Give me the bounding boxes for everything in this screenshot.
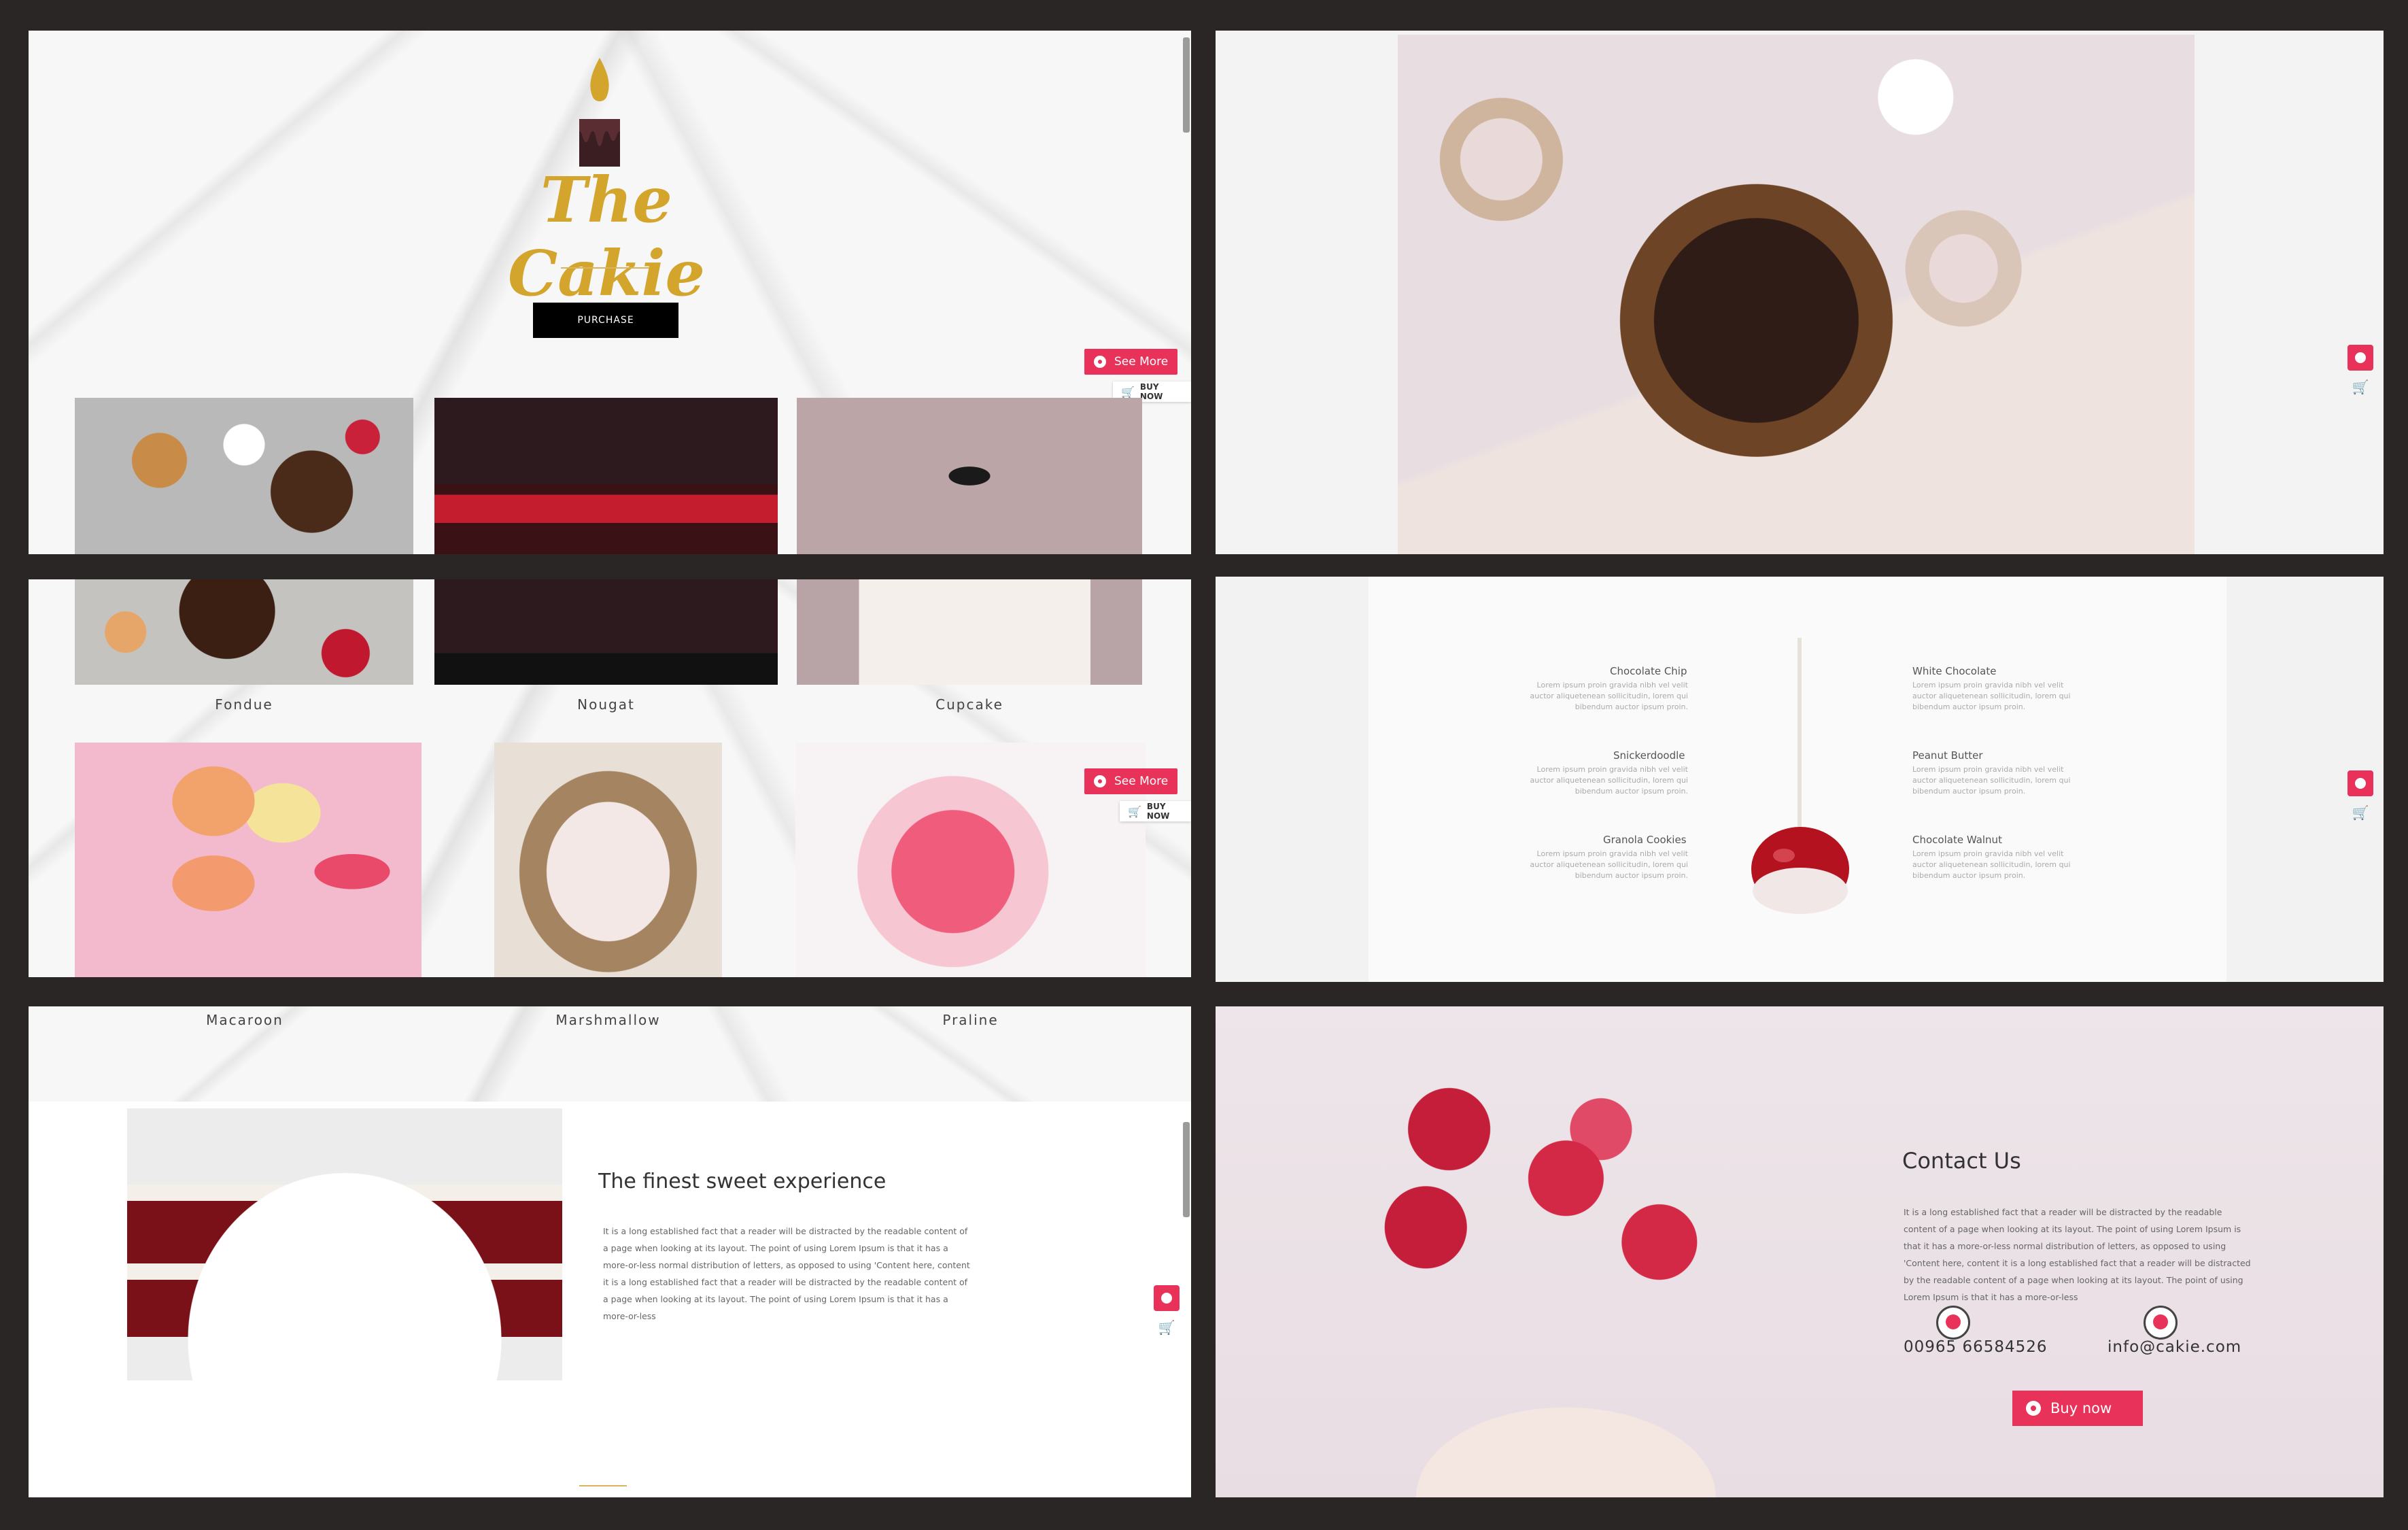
email-icon	[2144, 1306, 2178, 1340]
contact-body: It is a long established fact that a rea…	[1904, 1207, 2251, 1302]
side-circle-button[interactable]	[1154, 1285, 1180, 1311]
menu-item-title: Chocolate Walnut	[1912, 834, 2002, 846]
circle-icon	[1094, 775, 1106, 787]
brand-divider	[561, 267, 649, 269]
candy-apple-icon	[1751, 638, 1849, 914]
product-caption-marshmallow: Marshmallow	[555, 1012, 661, 1028]
circle-icon	[1094, 356, 1106, 368]
contact-phone[interactable]: 00965 66584526	[1904, 1338, 2048, 1356]
buy-now-cta-label: Buy now	[2050, 1400, 2112, 1416]
about-bottom-divider	[579, 1485, 627, 1486]
panel-contact: Contact Us It is a long established fact…	[1216, 1006, 2384, 1497]
panel-products: Fondue Nougat Cupcake See More 🛒 BUY NOW	[29, 579, 1191, 977]
menu-item-desc: Lorem ipsum proin gravida nibh vel velit…	[1912, 681, 2071, 711]
phone-icon	[1936, 1306, 1970, 1340]
side-cart-icon[interactable]: 🛒	[2347, 379, 2373, 395]
scrollbar[interactable]	[1183, 37, 1190, 133]
hero-cake-photo	[1398, 35, 2195, 554]
menu-item-desc: Lorem ipsum proin gravida nibh vel velit…	[1912, 765, 2071, 796]
buy-now-label: BUY NOW	[1139, 382, 1163, 401]
menu-item-title: Peanut Butter	[1912, 749, 1983, 762]
see-more-button[interactable]: See More	[1084, 349, 1178, 375]
product-caption-macaroon: Macaroon	[206, 1012, 283, 1028]
panel-menu: Chocolate Chip Lorem ipsum proin gravida…	[1216, 577, 2384, 982]
product-caption-nougat: Nougat	[577, 696, 635, 713]
cart-icon: 🛒	[1128, 804, 1141, 818]
see-more-label: See More	[1114, 775, 1169, 788]
cart-icon: 🛒	[1121, 385, 1135, 398]
brand-title: The Cakie	[507, 163, 706, 310]
menu-item-desc: Lorem ipsum proin gravida nibh vel velit…	[1530, 765, 1688, 796]
product-image-marshmallow[interactable]	[494, 743, 722, 977]
product-image-nougat[interactable]	[434, 398, 778, 554]
side-cart-icon[interactable]: 🛒	[1154, 1319, 1180, 1336]
scrollbar[interactable]	[1183, 1122, 1190, 1217]
contact-heading: Contact Us	[1902, 1148, 2021, 1174]
menu-item-title: Chocolate Chip	[1610, 665, 1687, 677]
menu-item-title: Granola Cookies	[1603, 834, 1687, 846]
product-image-fondue[interactable]	[75, 398, 413, 554]
product-image-cupcake-lower[interactable]	[797, 579, 1142, 685]
product-caption-fondue: Fondue	[215, 696, 273, 713]
buy-now-label: BUY NOW	[1146, 802, 1170, 821]
about-heading: The finest sweet experience	[598, 1170, 887, 1193]
menu-item-desc: Lorem ipsum proin gravida nibh vel velit…	[1530, 849, 1688, 880]
menu-item-desc: Lorem ipsum proin gravida nibh vel velit…	[1530, 681, 1688, 711]
product-caption-praline: Praline	[942, 1012, 999, 1028]
about-body: It is a long established fact that a rea…	[603, 1226, 970, 1321]
red-velvet-cake-photo	[127, 1108, 562, 1380]
product-image-fondue-lower[interactable]	[75, 579, 413, 685]
see-more-button-2[interactable]: See More	[1084, 768, 1178, 794]
side-cart-icon[interactable]: 🛒	[2347, 804, 2373, 821]
side-circle-button[interactable]	[2347, 345, 2373, 371]
purchase-button[interactable]: PURCHASE	[533, 303, 678, 338]
see-more-label: See More	[1114, 355, 1169, 369]
contact-email[interactable]: info@cakie.com	[2108, 1338, 2241, 1356]
panel-about: Macaroon Marshmallow Praline The finest …	[29, 1006, 1191, 1497]
buy-now-button-2[interactable]: 🛒 BUY NOW	[1120, 801, 1191, 821]
product-image-macaroon[interactable]	[75, 743, 422, 977]
candle-logo-icon	[579, 58, 620, 167]
product-caption-cupcake: Cupcake	[935, 696, 1003, 713]
panel-photo: 🛒	[1216, 31, 2384, 554]
product-image-cupcake[interactable]	[797, 398, 1142, 554]
panel-hero: The Cakie PURCHASE See More 🛒 BUY NOW	[29, 31, 1191, 554]
circle-icon	[2026, 1401, 2041, 1416]
side-circle-button[interactable]	[2347, 770, 2373, 796]
product-image-nougat-lower[interactable]	[434, 579, 778, 685]
buy-now-cta[interactable]: Buy now	[2012, 1391, 2143, 1426]
menu-item-title: White Chocolate	[1912, 665, 1997, 677]
menu-item-desc: Lorem ipsum proin gravida nibh vel velit…	[1912, 849, 2071, 880]
menu-item-title: Snickerdoodle	[1613, 749, 1685, 762]
